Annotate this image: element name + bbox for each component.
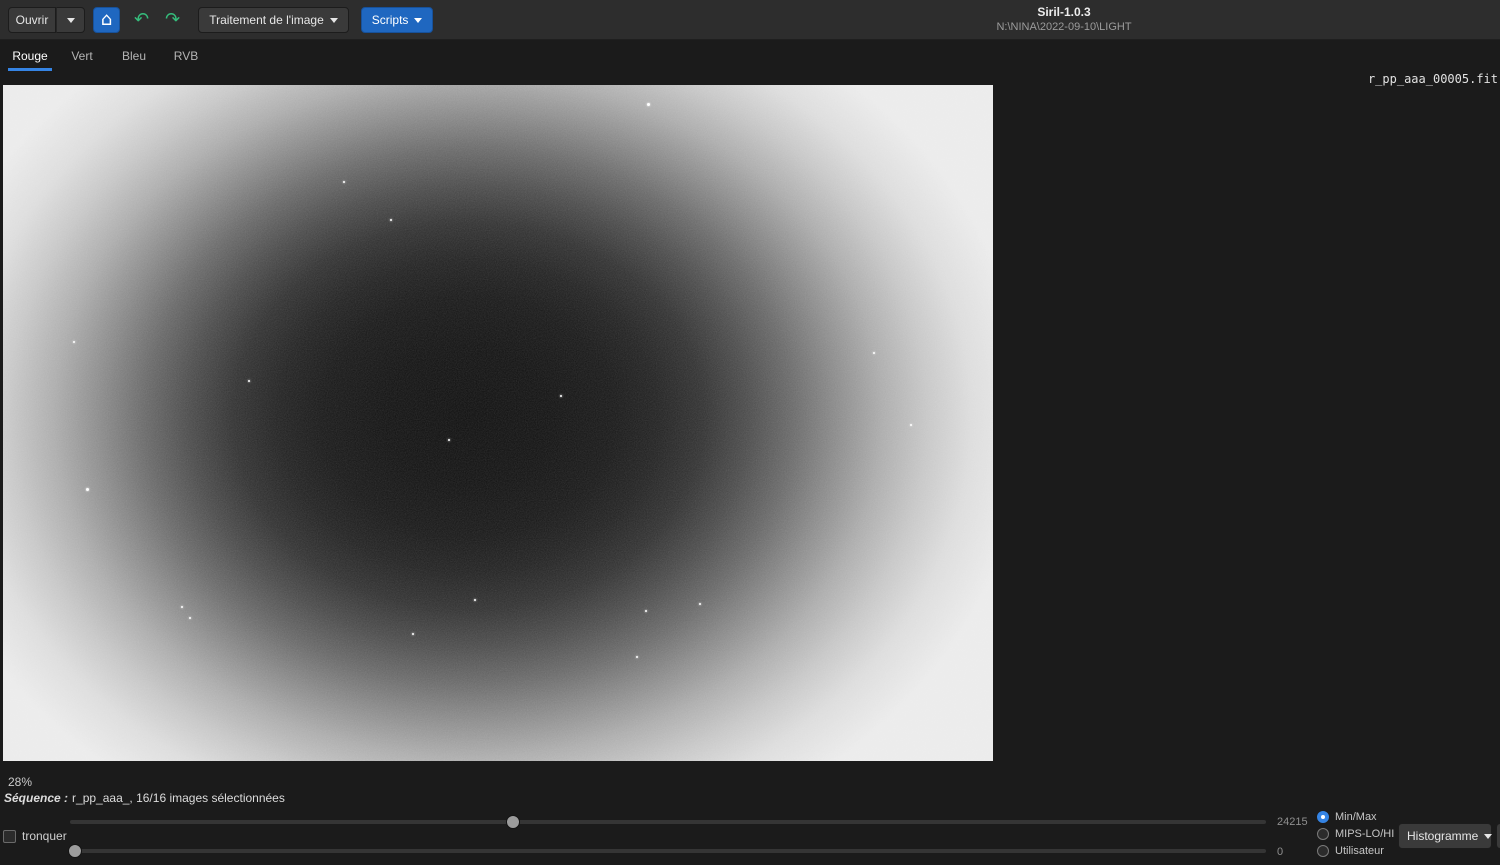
header-bar: Ouvrir ⌂ ↶ ↷ Traitement de l'image Scrip…	[0, 0, 1500, 40]
tab-label: Bleu	[121, 49, 147, 63]
scripts-menu-button[interactable]: Scripts	[360, 7, 434, 33]
sequence-label: Séquence :	[4, 791, 69, 805]
truncate-label: tronquer	[22, 829, 67, 843]
slider-track	[70, 849, 1266, 853]
image-processing-menu-button[interactable]: Traitement de l'image	[198, 7, 349, 33]
sequence-info: Séquence : r_pp_aaa_, 16/16 images sélect…	[4, 791, 285, 805]
radio-utilisateur[interactable]: Utilisateur	[1317, 844, 1394, 858]
radio-minmax[interactable]: Min/Max	[1317, 810, 1394, 824]
image-filename: r_pp_aaa_00005.fit	[1367, 72, 1498, 86]
slider-track	[70, 820, 1266, 824]
siril-window: Ouvrir ⌂ ↶ ↷ Traitement de l'image Scrip…	[0, 0, 1500, 865]
truncate-checkbox[interactable]	[3, 829, 16, 843]
radio-label: Min/Max	[1335, 811, 1377, 823]
radio-label: MIPS-LO/HI	[1335, 828, 1395, 840]
tab-vert[interactable]: Vert	[56, 41, 108, 71]
tab-bleu[interactable]: Bleu	[108, 41, 160, 71]
zoom-level: 28%	[8, 775, 33, 789]
chevron-down-icon	[329, 17, 338, 23]
window-title: Siril-1.0.3	[1037, 5, 1091, 19]
open-split-button: Ouvrir	[8, 7, 85, 33]
home-icon: ⌂	[100, 9, 113, 30]
chevron-down-icon	[414, 17, 423, 23]
window-title-area: Siril-1.0.3 N:\NINA\2022-09-10\LIGHT	[996, 5, 1131, 33]
radio-icon	[1317, 845, 1329, 857]
radio-label: Utilisateur	[1335, 845, 1384, 857]
tab-label: Rouge	[12, 49, 48, 63]
redo-icon: ↷	[165, 9, 181, 30]
tab-rvb[interactable]: RVB	[160, 41, 212, 71]
slider-handle[interactable]	[505, 815, 520, 829]
sequence-value: r_pp_aaa_, 16/16 images sélectionnées	[72, 791, 285, 805]
chevron-down-icon	[1484, 833, 1493, 839]
undo-icon: ↶	[134, 9, 150, 30]
open-recent-dropdown-button[interactable]	[56, 7, 85, 33]
home-button[interactable]: ⌂	[93, 7, 120, 33]
image-processing-label: Traitement de l'image	[209, 13, 324, 27]
low-threshold-value: 0	[1277, 846, 1284, 858]
tab-label: Vert	[71, 49, 93, 63]
radio-mips-lo-hi[interactable]: MIPS-LO/HI	[1317, 827, 1394, 841]
fits-image-canvas[interactable]	[3, 85, 993, 761]
tab-rouge[interactable]: Rouge	[4, 41, 56, 71]
high-threshold-slider[interactable]	[70, 812, 1266, 832]
truncate-option[interactable]: tronquer	[3, 829, 67, 843]
tab-label: RVB	[173, 49, 199, 63]
undo-button[interactable]: ↶	[126, 7, 157, 33]
high-threshold-value: 24215	[1277, 816, 1308, 828]
scaling-mode-group: Min/Max MIPS-LO/HI Utilisateur	[1317, 810, 1394, 858]
display-mode-button[interactable]: Histogramme	[1398, 823, 1493, 849]
channel-tab-bar: Rouge Vert Bleu RVB	[4, 41, 212, 71]
chevron-down-icon	[66, 17, 75, 23]
scripts-label: Scripts	[371, 13, 409, 27]
low-threshold-slider[interactable]	[67, 841, 1266, 861]
toolbar-buttons: Ouvrir ⌂ ↶ ↷ Traitement de l'image Scrip…	[8, 7, 434, 33]
working-directory-path: N:\NINA\2022-09-10\LIGHT	[996, 21, 1132, 33]
open-button[interactable]: Ouvrir	[8, 7, 56, 33]
slider-handle[interactable]	[67, 844, 82, 858]
display-mode-label: Histogramme	[1407, 829, 1479, 843]
redo-button[interactable]: ↷	[157, 7, 188, 33]
radio-selected-icon	[1317, 811, 1329, 823]
partial-button[interactable]	[1496, 823, 1500, 849]
radio-icon	[1317, 828, 1329, 840]
film-grain-overlay	[3, 85, 993, 761]
